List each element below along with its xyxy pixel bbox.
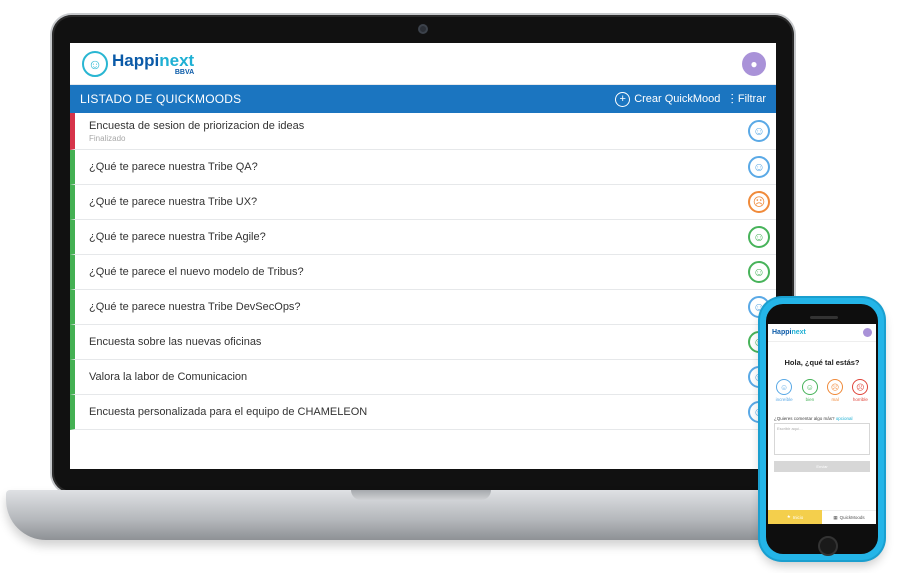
create-quickmood-button[interactable]: + Crear QuickMood [615,91,721,107]
comment-field[interactable]: Escribir aquí... [774,423,870,455]
list-item-title: ¿Qué te parece el nuevo modelo de Tribus… [89,266,304,278]
tab-home-label: Inicio [792,514,804,520]
list-item-title: ¿Qué te parece nuestra Tribe DevSecOps? [89,301,301,313]
home-button[interactable] [818,536,838,556]
phone-brand[interactable]: Happinext [772,329,806,336]
mood-label: bien [805,397,815,402]
mood-good-icon: ☺ [801,379,818,395]
phone-mood-picker: ☺ increíble ☺ bien ☹ mal ☹ horrible [768,379,876,402]
list-item-title: Encuesta personalizada para el equipo de… [89,406,368,418]
list-item-title: Encuesta de sesion de priorizacion de id… [89,119,305,132]
mood-label: mal [831,397,839,402]
laptop-screen: ☺ Happinext BBVA ● LISTADO DE QUICKMOODS… [70,43,776,469]
filter-button[interactable]: ⫶ Filtrar [730,91,766,108]
mood-happy-icon: ☺ [748,156,770,178]
comment-question: ¿Quieres comentar algo más? opcional [774,416,853,421]
list-item[interactable]: ¿Qué te parece nuestra Tribe QA? ☺ [70,150,776,185]
mood-label: increíble [775,397,793,402]
mood-good-icon: ☺ [748,261,770,283]
mood-option-good[interactable]: ☺ bien [801,379,818,402]
smiley-logo-icon: ☺ [82,50,108,77]
camera-icon [418,24,428,34]
phone: Happinext Hola, ¿qué tal estás? ☺ increí… [760,298,884,560]
brand-sub: BBVA [174,68,195,76]
user-icon: ● [750,56,758,71]
send-button[interactable]: Enviar [774,461,870,472]
mood-label: horrible [852,397,868,402]
quickmood-list: Encuesta de sesion de priorizacion de id… [70,113,776,430]
list-item[interactable]: Encuesta sobre las nuevas oficinas ☺ [70,325,776,360]
mood-incredible-icon: ☺ [776,379,793,395]
mood-good-icon: ☺ [748,226,770,248]
list-item[interactable]: Encuesta de sesion de priorizacion de id… [70,113,776,150]
list-item[interactable]: ¿Qué te parece nuestra Tribe UX? ☹ [70,185,776,220]
laptop-notch [351,490,491,500]
page-title: LISTADO DE QUICKMOODS [80,92,242,106]
phone-screen: Happinext Hola, ¿qué tal estás? ☺ increí… [768,324,876,524]
phone-header: Happinext [768,324,876,342]
phone-greeting: Hola, ¿qué tal estás? [784,358,860,367]
sliders-icon: ⫶ [730,90,734,107]
list-item-status: Finalizado [89,133,126,143]
speaker-icon [810,316,838,319]
mood-bad-icon: ☹ [827,379,844,395]
star-icon: ★ [786,514,791,519]
plus-icon: + [615,91,631,107]
mood-option-bad[interactable]: ☹ mal [827,379,844,402]
mood-option-incredible[interactable]: ☺ increíble [776,379,793,402]
list-item[interactable]: Valora la labor de Comunicacion ☺ [70,360,776,395]
user-avatar[interactable]: ● [742,51,766,76]
tab-quickmoods[interactable]: ▦ QuickMoods [822,510,876,524]
list-item[interactable]: ¿Qué te parece nuestra Tribe DevSecOps? … [70,290,776,325]
tab-home[interactable]: ★ Inicio [768,510,822,524]
brand-logo[interactable]: ☺ Happinext BBVA [82,50,195,77]
grid-icon: ▦ [833,514,838,520]
list-item-title: ¿Qué te parece nuestra Tribe UX? [89,196,258,208]
tab-quickmoods-label: QuickMoods [839,515,865,520]
list-item-title: Encuesta sobre las nuevas oficinas [89,336,262,348]
mood-horrible-icon: ☹ [852,379,869,395]
list-item[interactable]: ¿Qué te parece el nuevo modelo de Tribus… [70,255,776,290]
list-item-title: ¿Qué te parece nuestra Tribe Agile? [89,231,266,243]
laptop-base [6,490,836,540]
phone-tabbar: ★ Inicio ▦ QuickMoods [768,510,876,524]
mood-option-horrible[interactable]: ☹ horrible [852,379,869,402]
list-item[interactable]: Encuesta personalizada para el equipo de… [70,395,776,430]
device-mockup: ☺ Happinext BBVA ● LISTADO DE QUICKMOODS… [0,0,900,573]
create-quickmood-label: Crear QuickMood [634,93,721,105]
mood-happy-icon: ☺ [748,120,770,142]
brand-name: Happinext [112,50,195,70]
app-header: ☺ Happinext BBVA ● [70,43,776,85]
filter-label: Filtrar [737,93,766,105]
mood-sad-icon: ☹ [748,191,770,213]
toolbar: LISTADO DE QUICKMOODS + Crear QuickMood … [70,85,776,113]
laptop-lid: ☺ Happinext BBVA ● LISTADO DE QUICKMOODS… [52,15,794,493]
list-item-title: ¿Qué te parece nuestra Tribe QA? [89,161,258,173]
list-item-title: Valora la labor de Comunicacion [89,371,248,383]
list-item[interactable]: ¿Qué te parece nuestra Tribe Agile? ☺ [70,220,776,255]
phone-avatar[interactable] [863,328,872,337]
